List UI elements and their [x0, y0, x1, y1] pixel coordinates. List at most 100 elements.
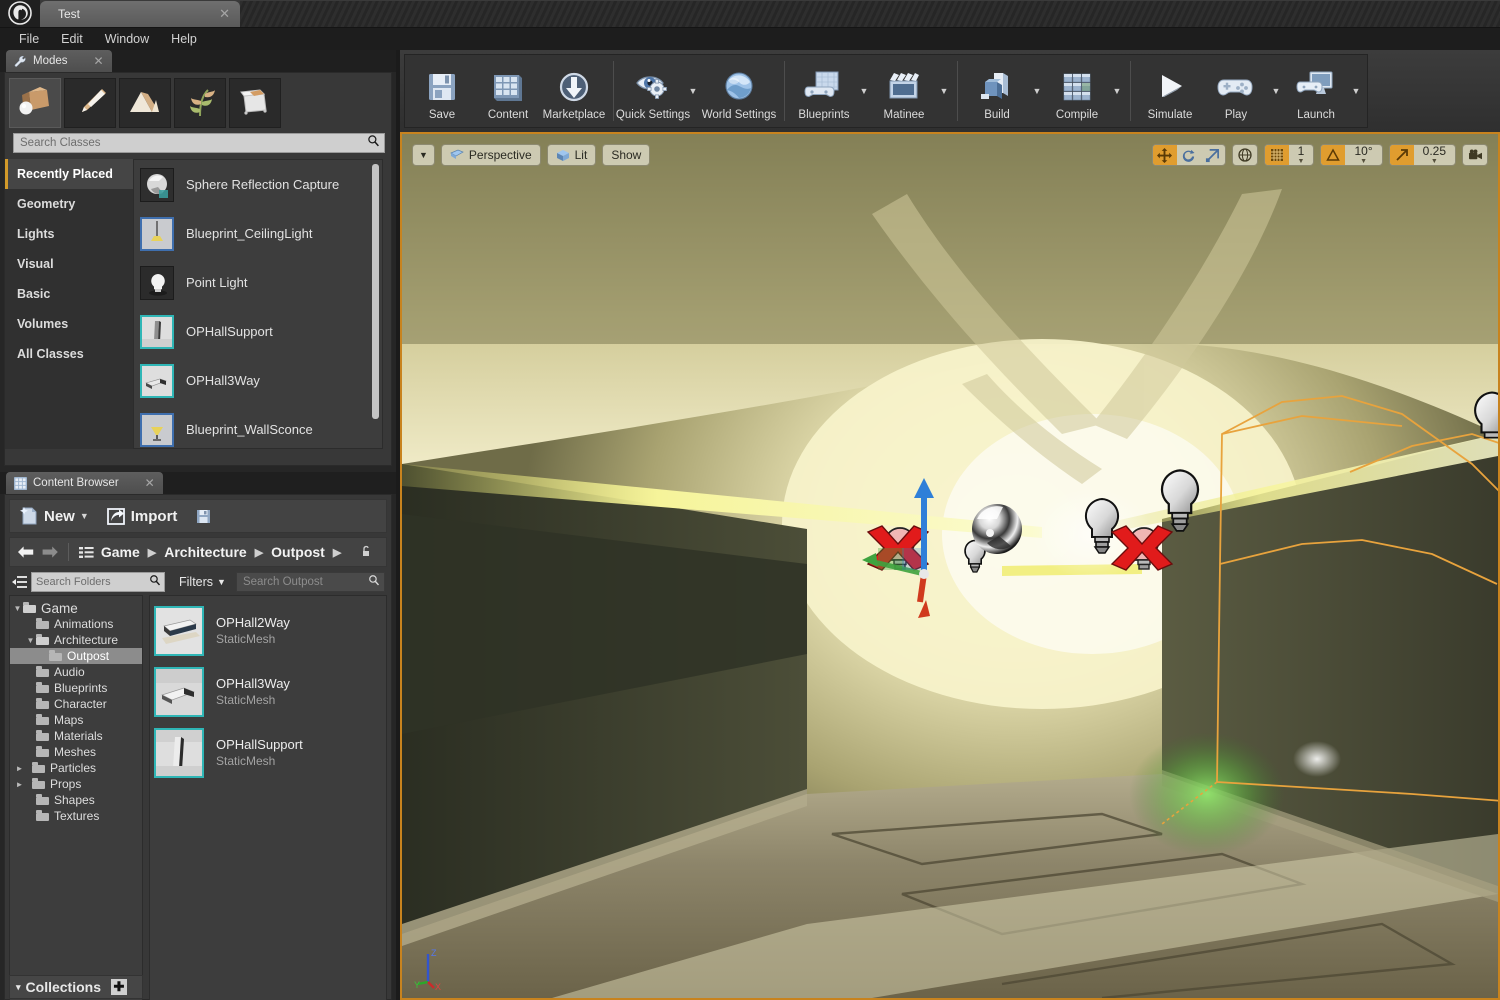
category-geometry[interactable]: Geometry	[5, 189, 133, 219]
globe-icon[interactable]	[1233, 144, 1257, 166]
list-item[interactable]: Sphere Reflection Capture	[134, 160, 382, 209]
list-item[interactable]: Point Light	[134, 258, 382, 307]
list-item[interactable]: OPHallSupport StaticMesh	[154, 722, 386, 783]
compile-button[interactable]: Compile	[1044, 55, 1110, 127]
category-volumes[interactable]: Volumes	[5, 309, 133, 339]
folder-tree-item-textures[interactable]: Textures	[10, 808, 142, 824]
folder-tree-item-blueprints[interactable]: Blueprints	[10, 680, 142, 696]
grid-snap-toggle[interactable]	[1265, 144, 1289, 166]
play-button[interactable]: Play	[1203, 55, 1269, 127]
grid-snap-value[interactable]: 1 ▼	[1289, 145, 1314, 165]
list-item[interactable]: Blueprint_WallSconce	[134, 405, 382, 449]
filters-button[interactable]: Filters ▼	[179, 575, 226, 589]
folder-tree-item-animations[interactable]: Animations	[10, 616, 142, 632]
breadcrumb-segment-outpost[interactable]: Outpost	[271, 544, 325, 560]
chevron-down-icon[interactable]: ▼	[1110, 55, 1124, 127]
rotation-snap-value[interactable]: 10° ▼	[1345, 145, 1381, 165]
rotate-gizmo-button[interactable]	[1177, 144, 1201, 166]
close-icon[interactable]: ✕	[145, 476, 155, 490]
chevron-down-icon[interactable]: ▼	[686, 55, 700, 127]
twisty-closed-icon[interactable]: ►	[14, 764, 25, 773]
scale-gizmo-button[interactable]	[1201, 144, 1225, 166]
build-button[interactable]: Build	[964, 55, 1030, 127]
twisty-open-icon[interactable]: ▾	[16, 982, 21, 993]
folder-tree-item-materials[interactable]: Materials	[10, 728, 142, 744]
folder-tree-item-maps[interactable]: Maps	[10, 712, 142, 728]
list-item[interactable]: OPHall3Way StaticMesh	[154, 661, 386, 722]
rotation-snap-toggle[interactable]	[1321, 144, 1345, 166]
list-item[interactable]: OPHallSupport	[134, 307, 382, 356]
placeable-list-scrollbar[interactable]	[372, 164, 379, 419]
content-button[interactable]: Content	[475, 55, 541, 127]
category-visual[interactable]: Visual	[5, 249, 133, 279]
chevron-down-icon[interactable]: ▼	[1349, 55, 1363, 127]
twisty-open-icon[interactable]: ▼	[25, 636, 36, 645]
menu-item-file[interactable]: File	[8, 30, 50, 48]
chevron-down-icon[interactable]: ▼	[1030, 55, 1044, 127]
import-button[interactable]: Import	[105, 505, 178, 527]
arrow-left-icon[interactable]: ⬅	[18, 543, 34, 562]
folder-tree-item-character[interactable]: Character	[10, 696, 142, 712]
translate-gizmo-button[interactable]	[1153, 144, 1177, 166]
world-settings-button[interactable]: World Settings	[700, 55, 778, 127]
menu-item-edit[interactable]: Edit	[50, 30, 94, 48]
save-button[interactable]: Save	[409, 55, 475, 127]
scale-snap-toggle[interactable]	[1390, 144, 1414, 166]
list-item[interactable]: OPHall3Way	[134, 356, 382, 405]
collections-section[interactable]: ▾ Collections ✚	[9, 975, 143, 999]
chevron-down-icon[interactable]: ▼	[857, 55, 871, 127]
category-basic[interactable]: Basic	[5, 279, 133, 309]
folder-filter-icon[interactable]	[12, 575, 28, 589]
close-icon[interactable]: ✕	[94, 54, 104, 68]
marketplace-button[interactable]: Marketplace	[541, 55, 607, 127]
new-asset-button[interactable]: New ▼	[18, 505, 89, 527]
launch-button[interactable]: Launch	[1283, 55, 1349, 127]
chevron-down-icon[interactable]: ▼	[1269, 55, 1283, 127]
place-mode-tab[interactable]	[9, 78, 61, 128]
viewport-options-menu[interactable]: ▼	[412, 144, 435, 166]
shading-mode-lit-button[interactable]: Lit	[547, 144, 597, 166]
camera-icon[interactable]	[1463, 144, 1487, 166]
folder-tree-item-game[interactable]: ▼ Game	[10, 600, 142, 616]
paint-mode-tab[interactable]	[64, 78, 116, 128]
category-recently-placed[interactable]: Recently Placed	[5, 159, 133, 189]
search-folders-input[interactable]: Search Folders	[31, 572, 165, 592]
folder-tree-item-particles[interactable]: ► Particles	[10, 760, 142, 776]
category-lights[interactable]: Lights	[5, 219, 133, 249]
simulate-button[interactable]: Simulate	[1137, 55, 1203, 127]
window-tab-test[interactable]: Test ✕	[40, 1, 240, 27]
matinee-button[interactable]: Matinee	[871, 55, 937, 127]
folder-tree-item-meshes[interactable]: Meshes	[10, 744, 142, 760]
chevron-down-icon[interactable]: ▼	[937, 55, 951, 127]
camera-speed-group[interactable]	[1462, 144, 1488, 166]
list-item[interactable]: Blueprint_CeilingLight	[134, 209, 382, 258]
coordinate-system-toggle[interactable]	[1232, 144, 1258, 166]
unlocked-padlock-icon[interactable]	[359, 544, 373, 561]
geometry-edit-mode-tab[interactable]	[229, 78, 281, 128]
scale-snap-value[interactable]: 0.25 ▼	[1414, 145, 1455, 165]
view-mode-perspective-button[interactable]: Perspective	[441, 144, 541, 166]
menu-item-window[interactable]: Window	[94, 30, 160, 48]
search-assets-input[interactable]: Search Outpost	[236, 572, 385, 592]
tab-modes[interactable]: Modes ✕	[6, 50, 112, 72]
blueprints-button[interactable]: Blueprints	[791, 55, 857, 127]
breadcrumb-segment-architecture[interactable]: Architecture	[164, 544, 246, 560]
twisty-closed-icon[interactable]: ►	[14, 780, 25, 789]
save-all-button[interactable]	[193, 505, 219, 527]
foliage-mode-tab[interactable]	[174, 78, 226, 128]
tab-content-browser[interactable]: Content Browser ✕	[6, 472, 163, 494]
close-icon[interactable]: ✕	[219, 6, 230, 22]
folder-tree-item-outpost[interactable]: Outpost	[10, 648, 142, 664]
plus-icon[interactable]: ✚	[111, 979, 127, 995]
twisty-open-icon[interactable]: ▼	[12, 604, 23, 613]
landscape-mode-tab[interactable]	[119, 78, 171, 128]
folder-tree-item-audio[interactable]: Audio	[10, 664, 142, 680]
category-all-classes[interactable]: All Classes	[5, 339, 133, 369]
folder-tree-item-shapes[interactable]: Shapes	[10, 792, 142, 808]
show-menu-button[interactable]: Show	[602, 144, 650, 166]
list-item[interactable]: OPHall2Way StaticMesh	[154, 600, 386, 661]
quick-settings-button[interactable]: Quick Settings	[620, 55, 686, 127]
folder-tree-item-props[interactable]: ► Props	[10, 776, 142, 792]
breadcrumb-segment-game[interactable]: Game	[101, 544, 140, 560]
arrow-right-icon[interactable]: ➡	[42, 543, 58, 562]
